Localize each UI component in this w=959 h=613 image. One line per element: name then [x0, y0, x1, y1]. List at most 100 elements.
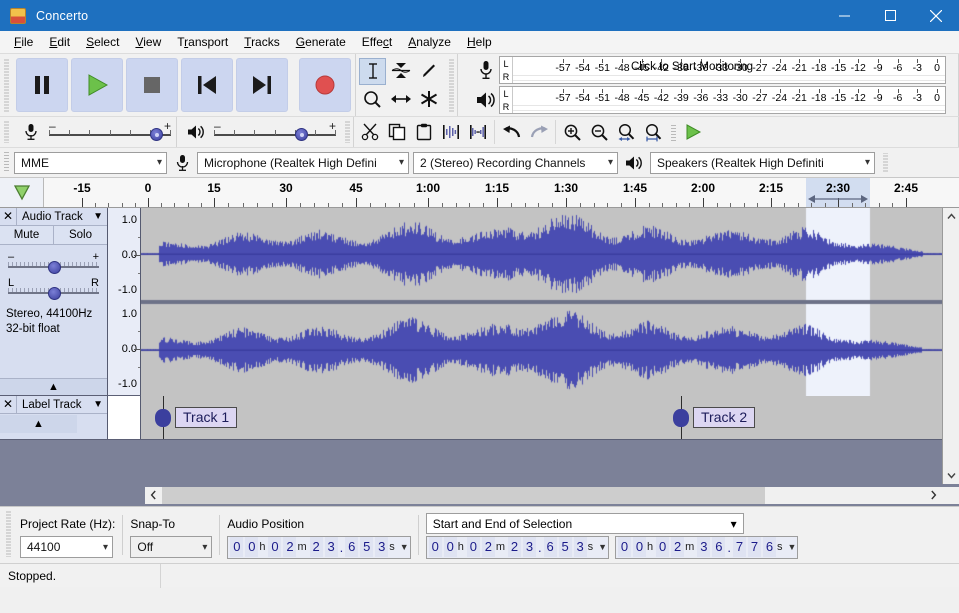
se-m2[interactable]: 2 — [671, 537, 685, 557]
cut-button[interactable] — [356, 119, 383, 146]
playback-meter-toolbar[interactable]: L R -57 -54 -51 -48 -45 -42 -39 -36 -33 -30 -27 -24… — [472, 85, 946, 115]
audio-track-control-panel[interactable]: ✕ Audio Track ▼ Mute Solo – + L R Stereo… — [0, 208, 108, 395]
fit-selection-button[interactable] — [613, 119, 640, 146]
selection-end-field[interactable]: 00 h 02 m 36.776 s ▼ — [615, 535, 799, 559]
se-ms3[interactable]: 6 — [762, 537, 776, 557]
ss-ms3[interactable]: 3 — [573, 537, 587, 557]
playback-volume-slider[interactable]: – + — [214, 119, 336, 143]
audio-track-collapse-button[interactable]: ▲ — [0, 378, 107, 395]
se-s2[interactable]: 6 — [712, 537, 726, 557]
draw-tool[interactable] — [415, 58, 442, 85]
tools-toolbar-grip[interactable] — [447, 58, 456, 112]
label-track-collapse-button[interactable]: ▲ — [0, 415, 77, 433]
chevron-down-icon[interactable]: ▼ — [598, 542, 607, 552]
chevron-down-icon[interactable]: ▼ — [787, 542, 796, 552]
se-s1[interactable]: 3 — [697, 537, 711, 557]
vertical-scroll-track[interactable] — [942, 225, 959, 467]
close-button[interactable] — [913, 0, 959, 31]
audio-position-field[interactable]: 00 h 02 m 23.653 s ▼ — [227, 535, 411, 559]
skip-to-start-button[interactable] — [181, 58, 233, 112]
copy-button[interactable] — [383, 119, 410, 146]
menu-edit[interactable]: Edit — [41, 32, 78, 52]
ap-m2[interactable]: 2 — [283, 537, 297, 557]
label-handle-icon[interactable] — [155, 408, 171, 427]
menu-effect[interactable]: Effect — [354, 32, 400, 52]
chevron-down-icon[interactable]: ▼ — [400, 542, 409, 552]
ss-m1[interactable]: 0 — [466, 537, 480, 557]
recording-meter[interactable]: L R -57 -54 -51 -48 -45 -42 -39 -36 -33 -30 -27 -24… — [499, 56, 946, 84]
recording-volume-grip[interactable] — [2, 121, 11, 143]
pan-slider-knob[interactable] — [47, 287, 61, 300]
playback-meter[interactable]: L R -57 -54 -51 -48 -45 -42 -39 -36 -33 -30 -27 -24… — [499, 86, 946, 114]
recording-device-select[interactable]: Microphone (Realtek High Defini ▾ — [197, 151, 409, 174]
menu-help[interactable]: Help — [459, 32, 500, 52]
minimize-button[interactable] — [821, 0, 867, 31]
menu-generate[interactable]: Generate — [288, 32, 354, 52]
menu-view[interactable]: View — [127, 32, 169, 52]
trim-audio-button[interactable] — [437, 119, 464, 146]
edit-toolbar-grip[interactable] — [669, 122, 678, 142]
recording-meter-toolbar[interactable]: L R -57 -54 -51 -48 -45 -42 -39 -36 -33 -30 -27 -24… — [472, 55, 946, 85]
play-button[interactable] — [71, 58, 123, 112]
gain-slider-knob[interactable] — [47, 261, 61, 274]
skip-to-end-button[interactable] — [236, 58, 288, 112]
ap-s2[interactable]: 3 — [324, 537, 338, 557]
audio-track-vertical-ruler[interactable]: 1.0 0.0 -1.0 1.0 0.0 -1.0 — [108, 208, 141, 395]
playback-volume-grip[interactable] — [343, 121, 352, 143]
label-track[interactable]: ✕ Label Track ▼ ▲ Track 1 Track 2 — [0, 396, 942, 440]
playback-volume-knob[interactable] — [295, 128, 308, 141]
ss-h2[interactable]: 0 — [443, 537, 457, 557]
selection-drag-handles[interactable] — [808, 192, 868, 205]
timeline-ruler[interactable]: -15 0 15 30 45 1:00 1:15 1:30 1:45 2:00 2:15 2:30 2:… — [44, 178, 959, 207]
redo-button[interactable] — [525, 119, 552, 146]
gain-slider[interactable]: – + — [8, 251, 99, 277]
transport-toolbar-grip[interactable] — [2, 58, 11, 112]
envelope-tool[interactable] — [387, 58, 414, 85]
selection-mode-select[interactable]: Start and End of Selection ▾ — [425, 513, 744, 534]
ap-ms1[interactable]: 6 — [345, 537, 359, 557]
ap-m1[interactable]: 0 — [268, 537, 282, 557]
playback-device-select[interactable]: Speakers (Realtek High Definiti ▾ — [650, 151, 875, 174]
audio-track-name-menu[interactable]: Audio Track ▼ — [17, 211, 107, 223]
se-m1[interactable]: 0 — [656, 537, 670, 557]
maximize-button[interactable] — [867, 0, 913, 31]
solo-button[interactable]: Solo — [54, 226, 107, 244]
close-label-track-button[interactable]: ✕ — [0, 396, 17, 413]
ss-s2[interactable]: 3 — [523, 537, 536, 557]
recording-channels-select[interactable]: 2 (Stereo) Recording Channels ▾ — [413, 151, 618, 174]
horizontal-scrollbar[interactable] — [145, 486, 942, 504]
device-toolbar-grip-right[interactable] — [881, 152, 890, 173]
menu-select[interactable]: Select — [78, 32, 127, 52]
horizontal-scroll-thumb[interactable] — [162, 486, 765, 504]
ap-h2[interactable]: 0 — [245, 537, 259, 557]
audio-track-waveform[interactable] — [141, 208, 942, 396]
zoom-in-button[interactable] — [559, 119, 586, 146]
multi-tool[interactable] — [415, 86, 442, 113]
label-track-control-panel[interactable]: ✕ Label Track ▼ ▲ — [0, 396, 108, 439]
mute-button[interactable]: Mute — [0, 226, 54, 244]
scroll-right-button[interactable] — [925, 487, 942, 504]
selection-toolbar-grip[interactable] — [4, 511, 13, 557]
ap-s1[interactable]: 2 — [309, 537, 323, 557]
audio-track[interactable]: ✕ Audio Track ▼ Mute Solo – + L R Stereo… — [0, 208, 942, 396]
scroll-down-button[interactable] — [943, 467, 959, 484]
label-text-1[interactable]: Track 1 — [175, 406, 238, 428]
ss-m2[interactable]: 2 — [481, 537, 495, 557]
label-track-name-menu[interactable]: Label Track ▼ — [17, 399, 107, 411]
waveform-canvas[interactable] — [141, 208, 942, 396]
menu-file[interactable]: File — [6, 32, 41, 52]
ss-h1[interactable]: 0 — [428, 537, 442, 557]
device-toolbar-grip[interactable] — [2, 152, 11, 173]
se-h2[interactable]: 0 — [633, 537, 647, 557]
time-shift-tool[interactable] — [387, 86, 414, 113]
undo-button[interactable] — [498, 119, 525, 146]
zoom-tool[interactable] — [359, 86, 386, 113]
ss-ms2[interactable]: 5 — [558, 537, 572, 557]
zoom-out-button[interactable] — [586, 119, 613, 146]
scroll-left-button[interactable] — [145, 487, 162, 504]
scroll-up-button[interactable] — [943, 208, 959, 225]
ap-h1[interactable]: 0 — [230, 537, 244, 557]
label-text-2[interactable]: Track 2 — [693, 406, 756, 428]
record-button[interactable] — [299, 58, 351, 112]
fit-project-button[interactable] — [640, 119, 667, 146]
